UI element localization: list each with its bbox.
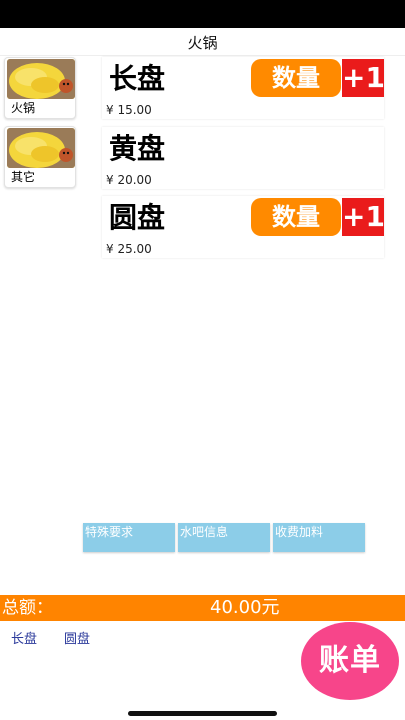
bill-button[interactable]: 账单 [301,622,399,700]
dish-photo-icon [7,59,75,99]
total-value: 40.00元 [210,597,280,618]
dish-photo-icon [7,128,75,168]
sidebar-item-hotpot[interactable]: 火锅 [4,57,76,119]
product-price: ¥ 20.00 [106,173,152,187]
special-request-button[interactable]: 特殊要求 [83,523,175,552]
add-one-button[interactable]: +1 [342,59,385,97]
quantity-button[interactable]: 数量 [251,198,341,236]
total-label: 总额： [2,598,53,618]
product-price: ¥ 25.00 [106,242,152,256]
product-name: 长盘 [109,62,166,95]
product-name: 黄盘 [109,132,166,165]
product-card-long-plate[interactable]: 长盘 ¥ 15.00 数量 +1 [102,57,385,119]
bar-info-button[interactable]: 水吧信息 [178,523,270,552]
quantity-button[interactable]: 数量 [251,59,341,97]
dish-photo-icon-graphic [7,128,75,168]
nav-divider [0,55,405,56]
sidebar-item-label: 火锅 [11,101,36,115]
product-card-yellow-plate[interactable]: 黄盘 ¥ 20.00 [102,127,384,189]
selected-item[interactable]: 长盘 [11,632,37,648]
home-indicator [128,711,277,716]
dish-photo-icon-graphic [7,59,75,99]
sidebar-item-other[interactable]: 其它 [4,126,76,188]
sidebar-item-label: 其它 [11,170,36,184]
status-bar [0,0,405,28]
add-one-button[interactable]: +1 [342,198,385,236]
product-name: 圆盘 [109,201,166,234]
total-bar: 总额： 40.00元 [0,595,405,621]
product-card-round-plate[interactable]: 圆盘 ¥ 25.00 数量 +1 [102,196,385,258]
paid-addons-button[interactable]: 收费加料 [273,523,365,552]
product-price: ¥ 15.00 [106,103,152,117]
selected-item[interactable]: 圆盘 [64,632,90,648]
page-title: 火锅 [187,34,218,52]
